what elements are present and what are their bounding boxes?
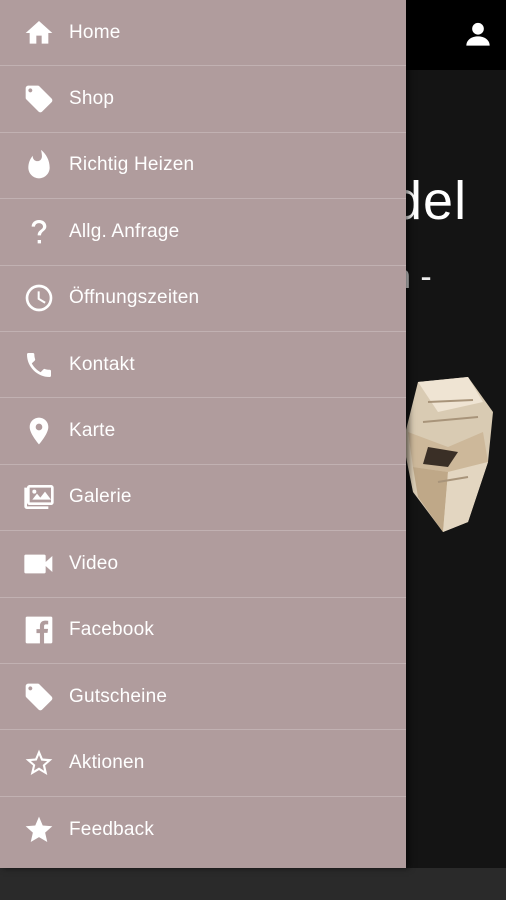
menu-label: Gutscheine [69, 685, 168, 707]
menu-label: Öffnungszeiten [69, 287, 200, 309]
menu-item-feedback[interactable]: Feedback [0, 797, 406, 863]
tag-icon [22, 680, 56, 714]
profile-icon[interactable] [464, 20, 492, 50]
phone-icon [22, 348, 56, 382]
menu-item-allg-anfrage[interactable]: Allg. Anfrage [0, 199, 406, 266]
menu-item-video[interactable]: Video [0, 531, 406, 598]
menu-item-home[interactable]: Home [0, 0, 406, 67]
star-icon [22, 813, 56, 847]
menu-item-richtig-heizen[interactable]: Richtig Heizen [0, 133, 406, 200]
menu-item-kontakt[interactable]: Kontakt [0, 332, 406, 399]
menu-label: Galerie [69, 486, 132, 508]
menu-label: Aktionen [69, 751, 145, 773]
menu-label: Feedback [69, 818, 155, 840]
menu-label: Home [69, 21, 121, 43]
home-icon [22, 16, 56, 50]
menu-label: Kontakt [69, 353, 135, 375]
map-pin-icon [22, 414, 56, 448]
gallery-icon [22, 480, 56, 514]
navigation-drawer: Home Shop Richtig Heizen Allg. Anfrage Ö… [0, 0, 406, 868]
star-outline-icon [22, 746, 56, 780]
clock-icon [22, 281, 56, 315]
menu-label: Karte [69, 420, 116, 442]
facebook-icon [22, 613, 56, 647]
menu-label: Video [69, 552, 119, 574]
menu-item-facebook[interactable]: Facebook [0, 598, 406, 664]
menu-item-aktionen[interactable]: Aktionen [0, 730, 406, 797]
video-icon [22, 547, 56, 581]
flame-icon [22, 148, 56, 182]
menu-item-oeffnungszeiten[interactable]: Öffnungszeiten [0, 266, 406, 332]
tag-icon [22, 82, 56, 116]
menu-item-gutscheine[interactable]: Gutscheine [0, 664, 406, 731]
menu-label: Shop [69, 88, 115, 110]
menu-item-karte[interactable]: Karte [0, 398, 406, 465]
menu-item-galerie[interactable]: Galerie [0, 465, 406, 532]
question-icon [22, 215, 56, 249]
bottom-bar [0, 868, 506, 900]
menu-label: Allg. Anfrage [69, 220, 180, 242]
menu-item-shop[interactable]: Shop [0, 66, 406, 133]
menu-label: Facebook [69, 619, 155, 641]
menu-label: Richtig Heizen [69, 154, 195, 176]
